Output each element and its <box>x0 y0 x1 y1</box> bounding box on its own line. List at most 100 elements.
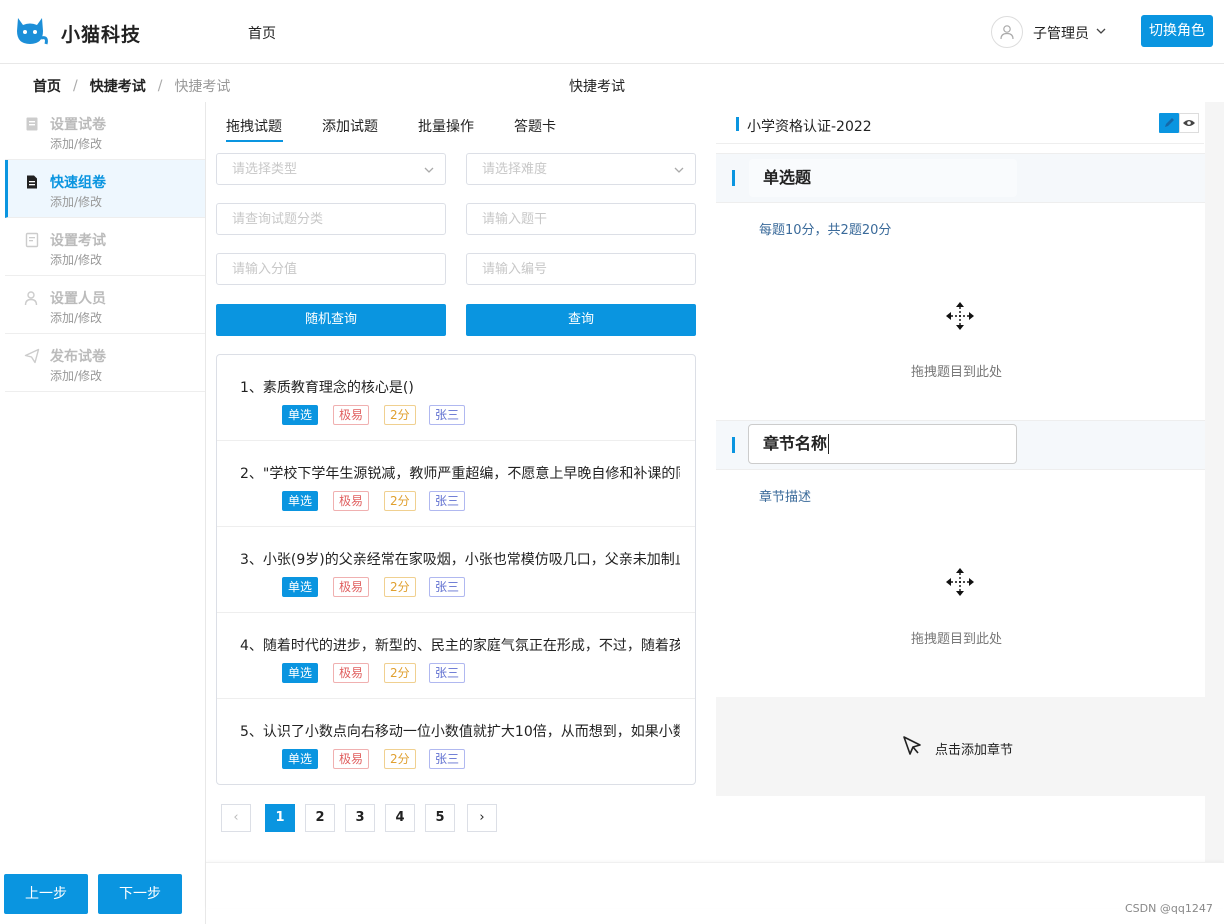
sidebar-item-title: 设置考试 <box>50 233 106 249</box>
question-item[interactable]: 3、小张(9岁)的父亲经常在家吸烟，小张也常模仿吸几口，父亲未加制止 单选 极易… <box>217 527 695 613</box>
sidebar-item-title: 快速组卷 <box>50 175 106 191</box>
sidebar-item-title: 设置试卷 <box>50 117 106 133</box>
tab-answer-sheet[interactable]: 答题卡 <box>514 116 556 136</box>
file-text-icon <box>27 175 37 189</box>
pagination-page[interactable]: 2 <box>305 804 335 832</box>
number-field[interactable] <box>466 253 696 285</box>
question-item[interactable]: 1、素质教育理念的核心是() 单选 极易 2分 张三 <box>217 355 695 441</box>
section-name-field[interactable]: 单选题 <box>749 159 1017 197</box>
nav-home-link[interactable]: 首页 <box>248 23 276 43</box>
breadcrumb-home[interactable]: 首页 <box>33 76 61 96</box>
question-type-tag: 单选 <box>282 491 319 511</box>
active-tab-indicator <box>226 140 283 142</box>
chevron-down-icon[interactable] <box>1095 26 1107 36</box>
drop-zone-hint: 拖拽题目到此处 <box>911 365 1003 380</box>
section-description[interactable]: 每题10分，共2题20分 <box>759 219 891 238</box>
difficulty-tag: 极易 <box>333 491 370 511</box>
pagination-page[interactable]: 5 <box>425 804 455 832</box>
breadcrumb-quick-exam[interactable]: 快捷考试 <box>90 76 146 96</box>
previous-step-button[interactable]: 上一步 <box>4 874 88 914</box>
pagination-page[interactable]: 4 <box>385 804 415 832</box>
breadcrumb-current: 快捷考试 <box>174 79 231 95</box>
switch-role-button[interactable]: 切换角色 <box>1141 15 1213 47</box>
tab-drag-questions[interactable]: 拖拽试题 <box>226 116 282 136</box>
difficulty-select[interactable] <box>466 153 696 185</box>
step-sidebar: 设置试卷 添加/修改 快速组卷 添加/修改 设置考试 添加/修改 设置人员 添加… <box>0 102 206 924</box>
user-name-dropdown[interactable]: 子管理员 <box>1033 23 1089 43</box>
edit-mode-button[interactable] <box>1159 113 1179 133</box>
top-header: 小猫科技 首页 子管理员 切换角色 <box>0 0 1224 64</box>
cat-logo-icon[interactable] <box>12 14 48 48</box>
tab-add-questions[interactable]: 添加试题 <box>322 116 378 136</box>
sidebar-item-quick-compose[interactable]: 快速组卷 添加/修改 <box>5 160 205 218</box>
sidebar-item-title: 设置人员 <box>50 291 106 307</box>
watermark-text: CSDN @qq1247 <box>1125 902 1213 915</box>
category-field[interactable] <box>216 203 446 235</box>
send-icon <box>24 348 40 364</box>
question-type-tag: 单选 <box>282 577 319 597</box>
scroll-track[interactable] <box>1205 102 1224 862</box>
question-text: 5、认识了小数点向右移动一位小数值就扩大10倍，从而想到，如果小数 <box>240 724 680 740</box>
pencil-icon <box>1165 118 1174 127</box>
section-accent-bar <box>732 437 735 453</box>
stem-field[interactable] <box>466 203 696 235</box>
exam-file-icon <box>25 232 39 248</box>
next-step-button[interactable]: 下一步 <box>98 874 182 914</box>
author-tag: 张三 <box>429 749 466 769</box>
user-icon <box>24 291 38 306</box>
chevron-down-icon <box>424 167 434 173</box>
query-button[interactable]: 查询 <box>466 304 696 336</box>
number-input[interactable] <box>467 254 695 284</box>
sidebar-item-set-people[interactable]: 设置人员 添加/修改 <box>5 276 205 334</box>
drop-zone-hint: 拖拽题目到此处 <box>911 632 1003 647</box>
question-item[interactable]: 5、认识了小数点向右移动一位小数值就扩大10倍，从而想到，如果小数 单选 极易 … <box>217 699 695 784</box>
difficulty-tag: 极易 <box>333 663 370 683</box>
score-tag: 2分 <box>384 749 416 769</box>
title-accent-bar <box>736 117 739 131</box>
section-name-input[interactable]: 章节名称 <box>748 424 1017 464</box>
sidebar-item-set-paper[interactable]: 设置试卷 添加/修改 <box>5 102 205 160</box>
document-icon <box>26 117 38 131</box>
question-item[interactable]: 2、"学校下学年生源锐减，教师严重超编，不愿意上早晚自修和补课的同 单选 极易 … <box>217 441 695 527</box>
avatar[interactable] <box>991 16 1023 48</box>
score-tag: 2分 <box>384 405 416 425</box>
type-select-input[interactable] <box>217 154 445 184</box>
cursor-click-icon <box>903 736 921 755</box>
difficulty-select-input[interactable] <box>467 154 695 184</box>
text-cursor <box>828 434 829 454</box>
score-input[interactable] <box>217 254 445 284</box>
page-title: 快捷考试 <box>569 79 625 95</box>
sidebar-item-set-exam[interactable]: 设置考试 添加/修改 <box>5 218 205 276</box>
category-input[interactable] <box>217 204 445 234</box>
type-select[interactable] <box>216 153 446 185</box>
stem-input[interactable] <box>467 204 695 234</box>
pagination-next-button[interactable]: › <box>467 804 497 832</box>
pagination-page[interactable]: 3 <box>345 804 375 832</box>
question-type-tag: 单选 <box>282 663 319 683</box>
question-text: 2、"学校下学年生源锐减，教师严重超编，不愿意上早晚自修和补课的同 <box>240 466 680 482</box>
bottom-bar <box>206 862 1224 908</box>
breadcrumb: 首页 / 快捷考试 / 快捷考试 <box>33 76 230 96</box>
preview-mode-button[interactable] <box>1179 113 1199 133</box>
question-item[interactable]: 4、随着时代的进步，新型的、民主的家庭气氛正在形成，不过，随着孩 单选 极易 2… <box>217 613 695 699</box>
random-query-button[interactable]: 随机查询 <box>216 304 446 336</box>
eye-icon <box>1183 120 1195 126</box>
breadcrumb-separator: / <box>73 78 78 94</box>
sidebar-item-subtitle: 添加/修改 <box>50 311 103 325</box>
move-icon <box>946 568 974 596</box>
score-field[interactable] <box>216 253 446 285</box>
move-icon <box>946 302 974 330</box>
pagination-page[interactable]: 1 <box>265 804 295 832</box>
question-text: 3、小张(9岁)的父亲经常在家吸烟，小张也常模仿吸几口，父亲未加制止 <box>240 552 680 568</box>
question-type-tag: 单选 <box>282 749 319 769</box>
tab-batch-operations[interactable]: 批量操作 <box>418 116 474 136</box>
pagination-prev-button[interactable]: ‹ <box>221 804 251 832</box>
score-tag: 2分 <box>384 491 416 511</box>
section-description[interactable]: 章节描述 <box>759 486 811 505</box>
difficulty-tag: 极易 <box>333 749 370 769</box>
chevron-down-icon <box>674 167 684 173</box>
section-accent-bar <box>732 170 735 186</box>
sidebar-item-publish-paper[interactable]: 发布试卷 添加/修改 <box>5 334 205 392</box>
question-text: 1、素质教育理念的核心是() <box>240 380 414 396</box>
add-chapter-label[interactable]: 点击添加章节 <box>935 739 1013 758</box>
